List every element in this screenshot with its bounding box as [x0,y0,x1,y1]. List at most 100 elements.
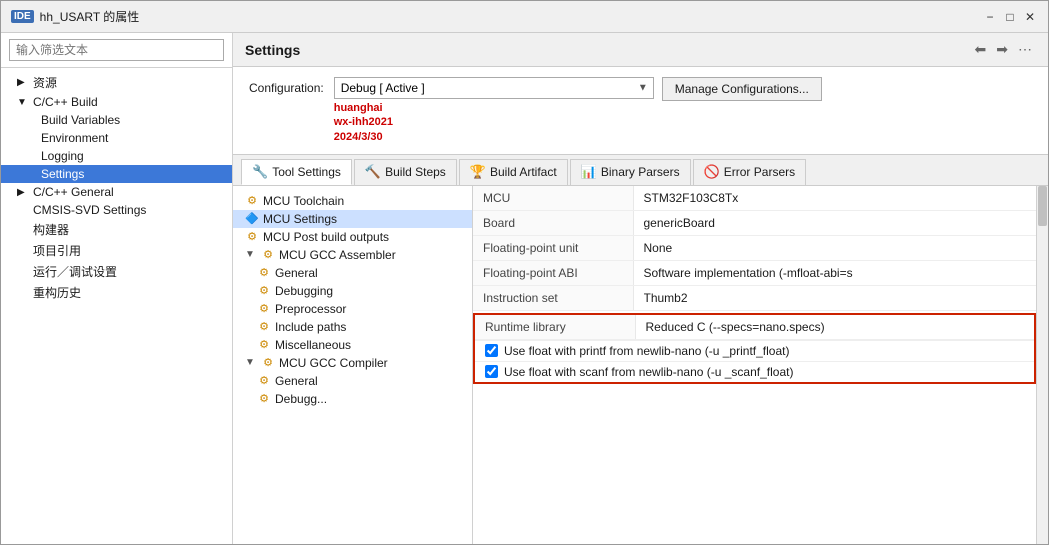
sidebar-item-label: 运行／调试设置 [33,263,117,280]
tc-preprocessor[interactable]: ⚙ Preprocessor [233,300,472,318]
use-float-printf-checkbox[interactable] [485,344,498,357]
tc-miscellaneous[interactable]: ⚙ Miscellaneous [233,336,472,354]
sidebar-item-resources[interactable]: ▶ 资源 [1,72,232,93]
minimize-button[interactable]: − [982,9,998,25]
checkbox-row-printf: Use float with printf from newlib-nano (… [475,340,1034,361]
binary-parsers-icon: 📊 [581,164,597,180]
field-label-board: Board [473,210,633,235]
toggle-icon: ▼ [17,97,29,108]
checkbox-label-scanf: Use float with scanf from newlib-nano (-… [504,365,793,379]
sidebar-item-cpp-build[interactable]: ▼ C/C++ Build [1,93,232,111]
tc-mcu-toolchain[interactable]: ⚙ MCU Toolchain [233,192,472,210]
tc-mcu-post-build[interactable]: ⚙ MCU Post build outputs [233,228,472,246]
config-label: Configuration: [249,77,324,95]
tc-gcc-general[interactable]: ⚙ General [233,372,472,390]
tab-tool-settings[interactable]: 🔧 Tool Settings [241,159,352,185]
tc-mcu-gcc-assembler[interactable]: ▼ ⚙ MCU GCC Assembler [233,246,472,264]
tc-item-label: Miscellaneous [275,338,351,352]
gear-icon: ⚙ [245,230,259,244]
nav-buttons: ⬅ ➡ ⋯ [971,39,1036,60]
two-col-area: ⚙ MCU Toolchain 🔷 MCU Settings ⚙ MCU Pos… [233,186,1048,544]
runtime-library-input[interactable] [646,320,1025,334]
toggle-icon: ▼ [245,249,257,260]
tc-item-label: General [275,266,318,280]
tc-item-label: MCU Settings [263,212,337,226]
instruction-set-input[interactable] [644,291,1027,305]
tc-mcu-settings[interactable]: 🔷 MCU Settings [233,210,472,228]
tc-item-label: Debugg... [275,392,327,406]
tab-label: Binary Parsers [601,165,680,179]
fpu-input[interactable] [644,241,1027,255]
field-label-runtime-library: Runtime library [475,315,635,340]
field-value-mcu [633,186,1036,211]
table-row-runtime-library: Runtime library [475,315,1034,340]
tc-general[interactable]: ⚙ General [233,264,472,282]
tc-item-label: MCU GCC Compiler [279,356,388,370]
ide-badge: IDE [11,10,34,23]
field-value-runtime-library [635,315,1034,340]
table-row-fpu: Floating-point unit [473,235,1036,260]
sidebar-item-run-debug[interactable]: 运行／调试设置 [1,261,232,282]
build-artifact-icon: 🏆 [470,164,486,180]
sidebar-item-build-variables[interactable]: Build Variables [1,111,232,129]
tab-error-parsers[interactable]: 🚫 Error Parsers [693,159,807,185]
tc-include-paths[interactable]: ⚙ Include paths [233,318,472,336]
tc-mcu-gcc-compiler[interactable]: ▼ ⚙ MCU GCC Compiler [233,354,472,372]
back-button[interactable]: ⬅ [971,39,991,60]
field-label-fp-abi: Floating-point ABI [473,260,633,285]
mcu-input[interactable] [644,191,1027,205]
config-select[interactable]: Debug [ Active ] [334,77,654,99]
search-input[interactable] [9,39,224,61]
annotation-text: huanghai wx-ihh2021 2024/3/30 [334,101,654,144]
sidebar-item-cpp-general[interactable]: ▶ C/C++ General [1,183,232,201]
field-label-mcu: MCU [473,186,633,211]
sidebar-item-logging[interactable]: Logging [1,147,232,165]
tc-debugg2[interactable]: ⚙ Debugg... [233,390,472,408]
use-float-scanf-checkbox[interactable] [485,365,498,378]
main-panel: Settings ⬅ ➡ ⋯ Configuration: Debug [ Ac… [233,33,1048,544]
sidebar-item-label: 项目引用 [33,242,81,259]
sidebar-item-settings[interactable]: Settings [1,165,232,183]
sidebar: ▶ 资源 ▼ C/C++ Build Build Variables Envir… [1,33,233,544]
scrollbar[interactable] [1036,186,1048,544]
tab-binary-parsers[interactable]: 📊 Binary Parsers [570,159,691,185]
field-label-instruction-set: Instruction set [473,285,633,310]
sidebar-item-builder[interactable]: 构建器 [1,219,232,240]
tab-label: Build Steps [385,165,446,179]
gear-icon: ⚙ [245,194,259,208]
gear-icon: ⚙ [257,320,271,334]
checkbox-label-printf: Use float with printf from newlib-nano (… [504,344,789,358]
title-bar: IDE hh_USART 的属性 − □ ✕ [1,1,1048,33]
tc-item-label: Preprocessor [275,302,346,316]
sidebar-item-cmsis-svd[interactable]: CMSIS-SVD Settings [1,201,232,219]
window-title: hh_USART 的属性 [40,8,140,25]
sidebar-item-project-ref[interactable]: 项目引用 [1,240,232,261]
tc-item-label: MCU GCC Assembler [279,248,396,262]
fp-abi-input[interactable] [644,266,1027,280]
scrollbar-thumb[interactable] [1038,186,1047,226]
table-row-instruction-set: Instruction set [473,285,1036,310]
gear-icon: ⚙ [257,266,271,280]
tc-debugging[interactable]: ⚙ Debugging [233,282,472,300]
tab-build-steps[interactable]: 🔨 Build Steps [354,159,457,185]
panel-header: Settings ⬅ ➡ ⋯ [233,33,1048,67]
field-value-fpu [633,235,1036,260]
runtime-library-table: Runtime library [475,315,1034,340]
maximize-button[interactable]: □ [1002,9,1018,25]
close-button[interactable]: ✕ [1022,9,1038,25]
more-button[interactable]: ⋯ [1014,39,1036,60]
manage-configurations-button[interactable]: Manage Configurations... [662,77,822,101]
field-value-board [633,210,1036,235]
tab-build-artifact[interactable]: 🏆 Build Artifact [459,159,568,185]
board-input[interactable] [644,216,1027,230]
gear-icon: ⚙ [257,338,271,352]
search-box [1,33,232,68]
sidebar-item-label: C/C++ Build [33,95,98,109]
title-bar-left: IDE hh_USART 的属性 [11,8,139,25]
tab-label: Tool Settings [272,165,341,179]
sidebar-item-environment[interactable]: Environment [1,129,232,147]
forward-button[interactable]: ➡ [992,39,1012,60]
settings-col: MCU Board [473,186,1036,544]
sidebar-item-refactor-history[interactable]: 重构历史 [1,282,232,303]
tc-item-label: MCU Post build outputs [263,230,389,244]
